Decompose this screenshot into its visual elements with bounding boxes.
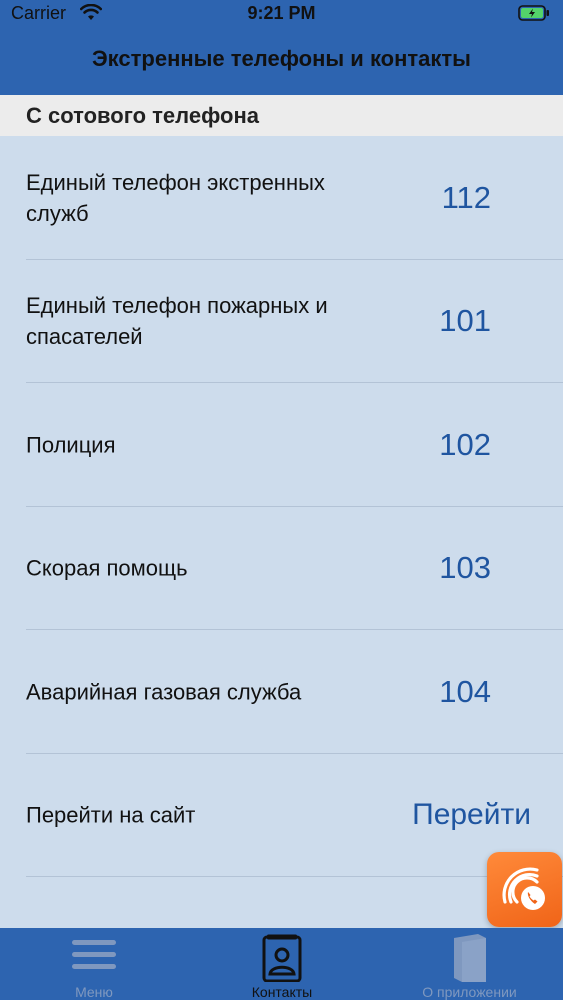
website-label: Перейти на сайт [26, 802, 196, 828]
phone-number[interactable]: 112 [442, 180, 491, 216]
book-icon [453, 934, 486, 982]
section-header: С сотового телефона [0, 95, 563, 136]
contact-label: Аварийная газовая служба [26, 679, 302, 705]
tab-label: Контакты [251, 984, 313, 1000]
contact-label: Скорая помощь [26, 555, 188, 581]
contacts-icon [262, 934, 302, 982]
contact-label: Единый телефон пожарных и спасателей [26, 293, 328, 350]
contact-row-101[interactable]: Единый телефон пожарных и спасателей 101 [0, 260, 563, 384]
contact-row-102[interactable]: Полиция 102 [0, 383, 563, 507]
call-fab-button[interactable] [487, 852, 562, 927]
top-bar: Carrier 9:21 PM Экстренные телефоны и ко… [0, 0, 563, 95]
battery-icon [518, 5, 549, 21]
page-title: Экстренные телефоны и контакты [92, 46, 471, 71]
phone-number[interactable]: 102 [439, 427, 491, 463]
contact-label: Единый телефон экстренных служб [26, 169, 325, 226]
tab-label: Меню [75, 984, 113, 1000]
phone-number[interactable]: 104 [439, 674, 491, 710]
contacts-list: Единый телефон экстренных служб 112 Един… [0, 136, 563, 877]
tab-contacts[interactable]: Контакты [188, 928, 376, 1000]
status-time: 9:21 PM [247, 3, 316, 23]
contact-row-112[interactable]: Единый телефон экстренных служб 112 [0, 136, 563, 260]
tab-label: О приложении [422, 984, 517, 1000]
tab-bar: Меню Контакты О приложении [0, 928, 563, 1000]
status-bar: Carrier 9:21 PM [0, 0, 563, 28]
website-row[interactable]: Перейти на сайт Перейти [0, 754, 563, 878]
phone-call-icon [502, 867, 545, 910]
tab-menu[interactable]: Меню [0, 928, 188, 1000]
contact-label: Полиция [26, 432, 116, 458]
go-to-site-link[interactable]: Перейти [412, 798, 531, 832]
phone-number[interactable]: 101 [439, 303, 491, 339]
menu-icon [72, 940, 116, 969]
tab-about[interactable]: О приложении [376, 928, 563, 1000]
contact-row-103[interactable]: Скорая помощь 103 [0, 507, 563, 631]
contact-row-104[interactable]: Аварийная газовая служба 104 [0, 630, 563, 754]
phone-number[interactable]: 103 [439, 550, 491, 586]
